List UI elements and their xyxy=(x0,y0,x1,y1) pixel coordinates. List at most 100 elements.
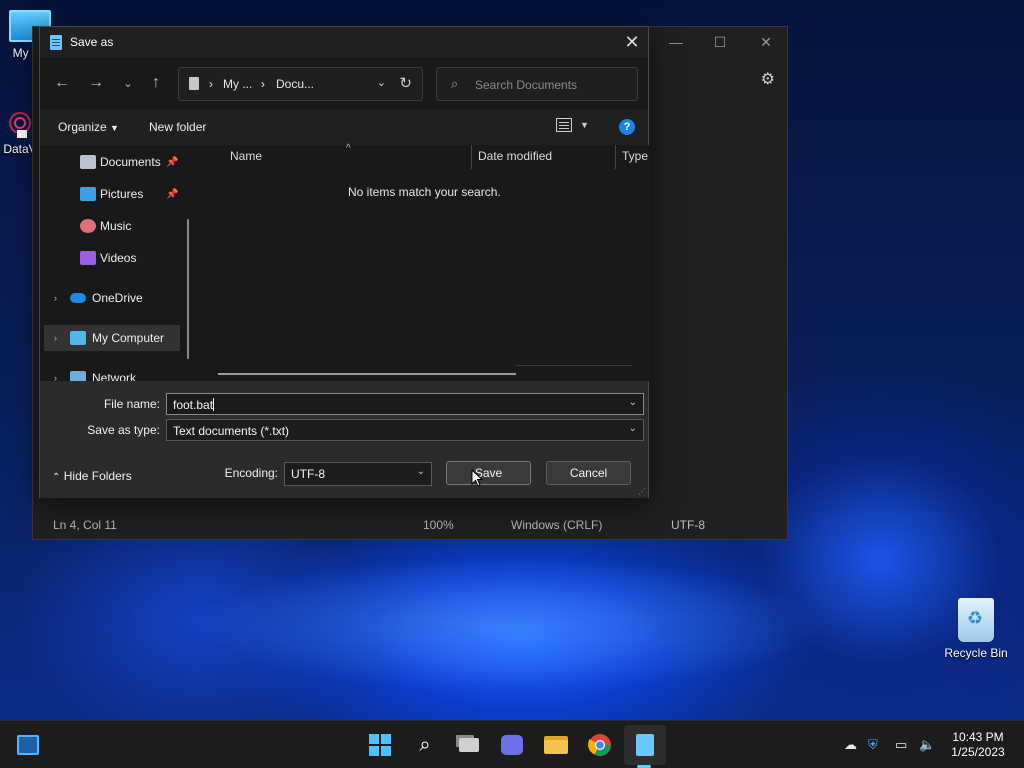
column-header-name[interactable]: Name xyxy=(230,149,262,163)
file-name-label: File name: xyxy=(103,397,160,411)
dialog-titlebar: Save as ✕ xyxy=(40,27,648,57)
mouse-pointer-icon xyxy=(471,469,483,487)
encoding-status: UTF-8 xyxy=(671,518,705,532)
breadcrumb-my[interactable]: My ... xyxy=(223,77,252,91)
sidebar-item-my-computer[interactable]: › My Computer xyxy=(44,325,180,351)
sidebar-item-documents[interactable]: Documents 📌 xyxy=(44,149,180,175)
volume-icon[interactable]: 🔈 xyxy=(919,737,935,753)
back-arrow-icon[interactable]: ← xyxy=(48,69,76,97)
sidebar-item-label: My Computer xyxy=(92,331,165,345)
column-divider[interactable] xyxy=(471,145,472,169)
new-folder-button[interactable]: New folder xyxy=(149,120,206,134)
onedrive-cloud-icon xyxy=(70,293,86,303)
videos-icon xyxy=(80,251,96,265)
file-name-value: foot.bat xyxy=(173,398,215,412)
text-caret xyxy=(213,398,215,411)
column-header-date-modified[interactable]: Date modified xyxy=(478,149,552,163)
hide-folders-label: Hide Folders xyxy=(63,469,132,483)
pictures-icon xyxy=(80,187,96,201)
search-input[interactable] xyxy=(475,76,625,94)
breadcrumb-separator-icon: › xyxy=(261,77,265,91)
sidebar-item-onedrive[interactable]: › OneDrive xyxy=(44,285,180,311)
file-name-input[interactable]: foot.bat ⌄ xyxy=(166,393,644,415)
documents-icon xyxy=(80,155,96,169)
encoding-value: UTF-8 xyxy=(291,467,325,481)
dialog-title: Save as xyxy=(70,35,114,49)
save-button[interactable]: Save xyxy=(446,461,531,485)
save-as-type-value: Text documents (*.txt) xyxy=(173,424,290,438)
minimize-icon[interactable]: — xyxy=(653,27,699,57)
network-icon xyxy=(70,371,86,381)
file-name-text: foot.bat xyxy=(173,398,214,412)
settings-gear-icon[interactable]: ⚙ xyxy=(761,69,775,89)
save-as-type-label: Save as type: xyxy=(87,423,160,437)
chevron-down-icon[interactable]: ⌄ xyxy=(629,397,637,408)
save-as-type-select[interactable]: Text documents (*.txt) ⌄ xyxy=(166,419,644,441)
desktop-icon-recycle-bin[interactable]: Recycle Bin xyxy=(940,598,1012,660)
system-clock[interactable]: 10:43 PM 1/25/2023 xyxy=(946,730,1010,760)
close-icon[interactable]: ✕ xyxy=(743,27,789,57)
dataw-app-icon xyxy=(9,112,31,138)
sidebar-scrollbar[interactable] xyxy=(187,219,189,359)
organize-button[interactable]: Organize ▼ xyxy=(58,120,119,134)
navigation-bar: ← → ⌄ ↑ › My ... › Docu... ⌄ ↻ ⌕ xyxy=(40,57,648,109)
hide-folders-button[interactable]: ⌃ Hide Folders xyxy=(52,469,132,483)
sidebar-item-videos[interactable]: Videos xyxy=(44,245,180,271)
notepad-taskbar-icon[interactable] xyxy=(633,733,657,757)
help-icon[interactable]: ? xyxy=(619,119,635,135)
security-shield-icon[interactable]: ⛨ xyxy=(868,737,878,753)
view-options-icon[interactable] xyxy=(556,118,572,132)
empty-results-message: No items match your search. xyxy=(348,185,501,199)
encoding-select[interactable]: UTF-8 ⌄ xyxy=(284,462,432,486)
search-icon[interactable]: ⌕ xyxy=(413,733,437,757)
up-arrow-icon[interactable]: ↑ xyxy=(142,69,170,97)
clock-time: 10:43 PM xyxy=(952,730,1004,744)
breadcrumb-documents[interactable]: Docu... xyxy=(276,77,314,91)
chevron-down-icon[interactable]: ⌄ xyxy=(417,466,425,477)
refresh-icon[interactable]: ↻ xyxy=(399,74,412,92)
close-icon[interactable]: ✕ xyxy=(616,27,648,57)
forward-arrow-icon[interactable]: → xyxy=(82,69,110,97)
column-header-type[interactable]: Type xyxy=(622,149,648,163)
horizontal-scrollbar[interactable] xyxy=(218,373,516,375)
recent-locations-chevron-icon[interactable]: ⌄ xyxy=(114,69,142,97)
breadcrumb-separator-icon: › xyxy=(209,77,213,91)
sort-ascending-icon: ^ xyxy=(346,143,351,154)
chrome-icon[interactable] xyxy=(588,733,612,757)
search-icon: ⌕ xyxy=(451,76,459,91)
wallpaper-bloom xyxy=(60,530,960,720)
sidebar-item-label: OneDrive xyxy=(92,291,143,305)
notepad-icon xyxy=(50,35,62,50)
task-view-icon[interactable] xyxy=(457,733,481,757)
address-dropdown-icon[interactable]: ⌄ xyxy=(377,76,386,89)
start-windows-icon[interactable] xyxy=(368,733,392,757)
sidebar-item-pictures[interactable]: Pictures 📌 xyxy=(44,181,180,207)
chevron-right-icon[interactable]: › xyxy=(54,293,57,303)
address-bar[interactable]: › My ... › Docu... ⌄ ↻ xyxy=(178,67,423,101)
chevron-right-icon[interactable]: › xyxy=(54,333,57,343)
monitor-icon xyxy=(70,331,86,345)
encoding-label: Encoding: xyxy=(224,466,278,480)
sidebar-item-label: Documents xyxy=(100,155,161,169)
recycle-bin-icon xyxy=(958,598,994,642)
pin-icon: 📌 xyxy=(166,156,179,168)
resize-grip-icon[interactable]: ⋰ xyxy=(638,487,646,496)
maximize-icon[interactable]: ☐ xyxy=(697,27,743,57)
chat-icon[interactable] xyxy=(500,733,524,757)
onedrive-status-icon[interactable]: ☁ xyxy=(844,737,857,753)
cancel-button[interactable]: Cancel xyxy=(546,461,631,485)
zoom-level: 100% xyxy=(423,518,454,532)
sidebar-item-music[interactable]: Music xyxy=(44,213,180,239)
chevron-down-icon[interactable]: ⌄ xyxy=(629,423,637,434)
cursor-position: Ln 4, Col 11 xyxy=(53,518,117,532)
notepad-status-bar: Ln 4, Col 11 100% Windows (CRLF) UTF-8 xyxy=(33,509,787,539)
search-box[interactable]: ⌕ xyxy=(436,67,638,101)
file-explorer-icon[interactable] xyxy=(544,733,568,757)
chevron-right-icon[interactable]: › xyxy=(54,373,57,381)
sidebar-item-network[interactable]: › Network xyxy=(44,365,180,381)
chevron-down-icon[interactable]: ▼ xyxy=(580,120,589,130)
navigation-pane: Documents 📌 Pictures 📌 Music Videos › On… xyxy=(40,145,190,381)
column-divider[interactable] xyxy=(615,145,616,169)
widgets-icon[interactable] xyxy=(16,733,40,757)
network-icon[interactable]: ▭ xyxy=(895,737,907,753)
